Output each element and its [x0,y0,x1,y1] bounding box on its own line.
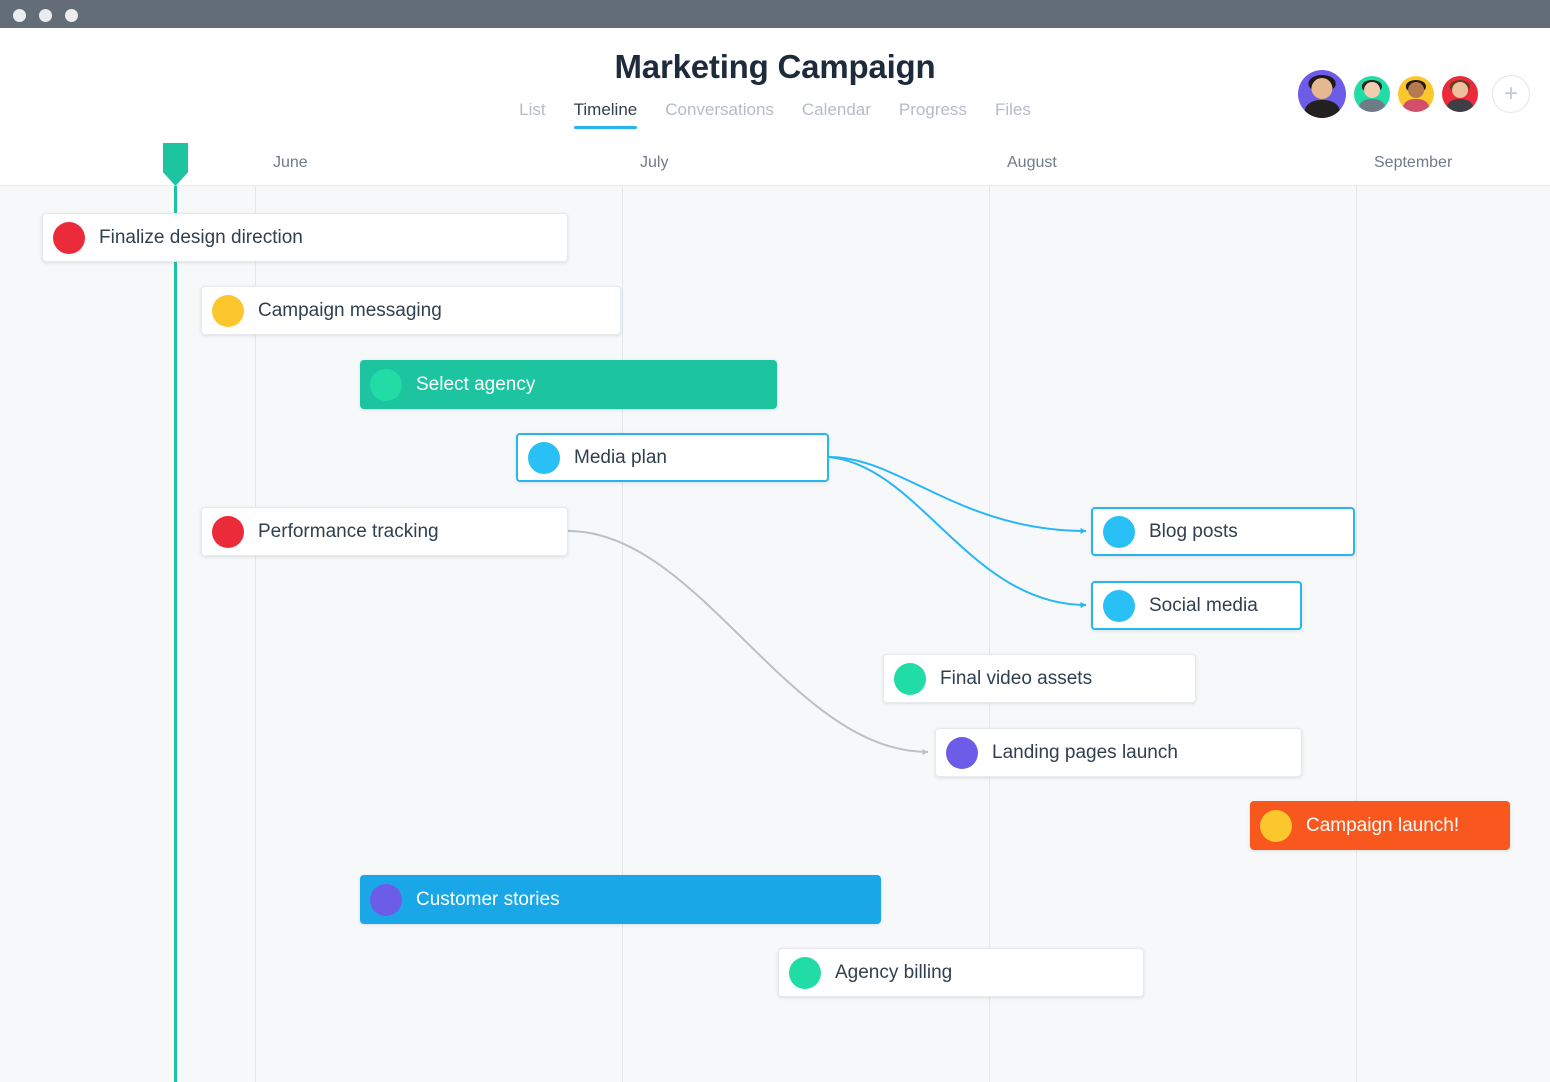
month-label-august: August [1007,154,1057,171]
task-assignee-avatar[interactable] [212,515,244,548]
task-assignee-avatar[interactable] [370,883,402,916]
task-assignee-avatar[interactable] [53,221,85,254]
task-social-media[interactable]: Social media [1091,581,1302,630]
member-avatar-2[interactable] [1354,76,1390,112]
task-finalize-design-direction[interactable]: Finalize design direction [42,213,568,262]
avatar-body [1304,100,1340,118]
task-assignee-avatar[interactable] [528,441,560,474]
task-assignee-avatar[interactable] [212,294,244,327]
month-label-june: June [273,154,308,171]
avatar-body [1403,98,1429,112]
dependency-media-plan-to-social-media [828,456,1087,608]
task-label: Final video assets [940,667,1093,689]
tab-files[interactable]: Files [995,100,1031,129]
avatar-head [1364,82,1380,98]
app-header: Marketing Campaign List Timeline Conversat… [0,28,1550,138]
task-label: Customer stories [416,888,560,910]
task-performance-tracking[interactable]: Performance tracking [201,507,568,556]
timeline-month-header: June July August September [0,138,1550,186]
timeline-canvas[interactable]: Finalize design direction Campaign messag… [0,186,1550,1082]
task-label: Blog posts [1149,520,1238,542]
avatar-head [1452,82,1468,98]
avatar-body [1359,98,1385,112]
task-assignee-avatar[interactable] [1260,809,1292,842]
task-assignee-avatar[interactable] [1103,589,1135,622]
task-customer-stories[interactable]: Customer stories [360,875,881,924]
avatar-body [1447,98,1473,112]
month-label-september: September [1374,154,1453,171]
task-label: Media plan [574,446,667,468]
tab-timeline[interactable]: Timeline [573,100,637,129]
tab-list[interactable]: List [519,100,545,129]
close-dot[interactable] [13,9,26,22]
task-assignee-avatar[interactable] [894,662,926,695]
task-final-video-assets[interactable]: Final video assets [883,654,1196,703]
task-media-plan[interactable]: Media plan [516,433,829,482]
member-avatar-group: + [1298,70,1530,118]
task-label: Campaign messaging [258,299,442,321]
task-landing-pages-launch[interactable]: Landing pages launch [935,728,1302,777]
tab-calendar[interactable]: Calendar [802,100,871,129]
task-label: Social media [1149,594,1258,616]
task-assignee-avatar[interactable] [370,368,402,401]
member-avatar-3[interactable] [1398,76,1434,112]
month-label-july: July [640,154,669,171]
add-member-button[interactable]: + [1492,75,1530,113]
maximize-dot[interactable] [65,9,78,22]
task-label: Select agency [416,373,536,395]
tab-progress[interactable]: Progress [899,100,967,129]
task-campaign-launch[interactable]: Campaign launch! [1250,801,1510,850]
task-agency-billing[interactable]: Agency billing [778,948,1144,997]
task-assignee-avatar[interactable] [789,956,821,989]
task-campaign-messaging[interactable]: Campaign messaging [201,286,621,335]
task-label: Finalize design direction [99,226,303,248]
task-select-agency[interactable]: Select agency [360,360,777,409]
task-label: Campaign launch! [1306,814,1460,836]
avatar-head [1311,78,1333,100]
task-label: Performance tracking [258,520,439,542]
avatar-head [1408,82,1424,98]
task-assignee-avatar[interactable] [1103,515,1135,548]
task-blog-posts[interactable]: Blog posts [1091,507,1355,556]
dependency-performance-tracking-to-landing-pages [567,530,929,755]
task-label: Agency billing [835,961,953,983]
member-avatar-1[interactable] [1298,70,1346,118]
member-avatar-4[interactable] [1442,76,1478,112]
task-label: Landing pages launch [992,741,1178,763]
task-assignee-avatar[interactable] [946,736,978,769]
minimize-dot[interactable] [39,9,52,22]
window-titlebar [0,0,1550,28]
tab-conversations[interactable]: Conversations [665,100,774,129]
